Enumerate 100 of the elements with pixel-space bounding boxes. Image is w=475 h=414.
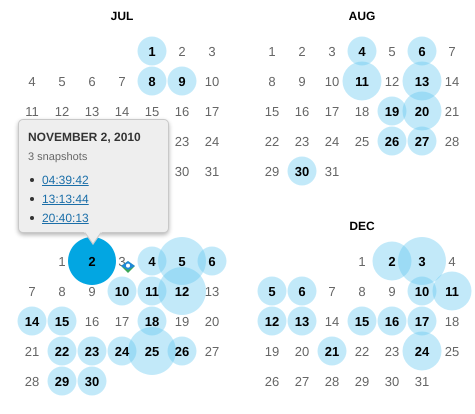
snapshot-bubble[interactable] <box>138 66 166 96</box>
snapshot-bubble[interactable] <box>158 267 206 315</box>
day-number: 14 <box>324 314 340 328</box>
day-number[interactable]: 4 <box>358 44 366 58</box>
snapshot-bubble[interactable] <box>258 276 286 306</box>
snapshot-bubble[interactable] <box>198 246 226 276</box>
snapshot-bubble[interactable] <box>402 332 442 370</box>
snapshot-bubble[interactable] <box>348 306 376 336</box>
snapshot-bubble[interactable] <box>48 366 76 396</box>
day-number: 19 <box>174 314 190 328</box>
day-number[interactable]: 6 <box>208 254 216 268</box>
day-number[interactable]: 13 <box>414 74 430 88</box>
snapshot-bubble[interactable] <box>408 276 436 306</box>
day-number[interactable]: 12 <box>174 284 190 298</box>
day-number[interactable]: 18 <box>144 314 160 328</box>
snapshot-bubble[interactable] <box>432 272 472 310</box>
day-number[interactable]: 13 <box>294 314 310 328</box>
day-number: 26 <box>264 374 280 388</box>
day-number[interactable]: 21 <box>324 344 340 358</box>
day-number: 10 <box>324 74 340 88</box>
snapshot-bubble[interactable] <box>18 306 46 336</box>
snapshot-bubble[interactable] <box>402 92 442 130</box>
day-number[interactable]: 20 <box>414 104 430 118</box>
day-number[interactable]: 10 <box>114 284 130 298</box>
day-number: 15 <box>264 104 280 118</box>
snapshot-bubble[interactable] <box>108 276 136 306</box>
day-number[interactable]: 24 <box>114 344 130 358</box>
day-number: 31 <box>324 164 340 178</box>
day-number[interactable]: 26 <box>174 344 190 358</box>
day-number[interactable]: 11 <box>355 74 369 88</box>
bullet-icon <box>30 196 34 200</box>
snapshot-bubble[interactable] <box>168 66 196 96</box>
day-number[interactable]: 16 <box>384 314 400 328</box>
snapshot-link[interactable]: 20:40:13 <box>42 210 89 224</box>
day-number: 23 <box>384 344 400 358</box>
snapshot-bubble[interactable] <box>288 276 316 306</box>
day-number[interactable]: 11 <box>145 284 159 298</box>
day-number[interactable]: 2 <box>88 254 96 268</box>
snapshot-bubble[interactable] <box>378 96 406 126</box>
day-number[interactable]: 12 <box>264 314 280 328</box>
snapshot-bubble[interactable] <box>318 336 346 366</box>
snapshot-bubble[interactable] <box>288 156 316 186</box>
snapshot-bubble[interactable] <box>378 126 406 156</box>
snapshot-bubble[interactable] <box>168 336 196 366</box>
day-number[interactable]: 19 <box>384 104 400 118</box>
day-number[interactable]: 2 <box>388 254 396 268</box>
snapshot-bubble[interactable] <box>378 306 406 336</box>
day-number[interactable]: 6 <box>298 284 306 298</box>
snapshot-link[interactable]: 04:39:42 <box>42 172 89 186</box>
snapshot-bubble[interactable] <box>408 36 436 66</box>
day-number[interactable]: 23 <box>84 344 100 358</box>
day-number[interactable]: 5 <box>178 254 186 268</box>
day-number[interactable]: 24 <box>414 344 430 358</box>
day-number[interactable]: 3 <box>418 254 426 268</box>
day-number: 16 <box>84 314 100 328</box>
day-number[interactable]: 27 <box>414 134 430 148</box>
snapshot-bubble[interactable] <box>48 336 76 366</box>
day-number: 21 <box>24 344 40 358</box>
snapshot-bubble[interactable] <box>78 336 106 366</box>
day-number[interactable]: 6 <box>418 44 426 58</box>
snapshot-link[interactable]: 13:13:44 <box>42 192 89 206</box>
day-number[interactable]: 8 <box>148 74 156 88</box>
day-number: 12 <box>54 104 70 118</box>
day-number[interactable]: 4 <box>148 254 156 268</box>
day-number[interactable]: 30 <box>84 374 100 388</box>
day-number: 7 <box>448 44 456 58</box>
day-number: 3 <box>208 44 216 58</box>
tooltip-title: NOVEMBER 2, 2010 <box>28 130 141 144</box>
day-number: 30 <box>384 374 400 388</box>
snapshot-bubble[interactable] <box>342 62 382 100</box>
day-number: 5 <box>388 44 396 58</box>
snapshot-bubble[interactable] <box>48 306 76 336</box>
day-number: 25 <box>444 344 460 358</box>
snapshot-bubble[interactable] <box>288 306 316 336</box>
day-number[interactable]: 10 <box>414 284 430 298</box>
snapshot-bubble[interactable] <box>348 36 376 66</box>
day-number[interactable]: 26 <box>384 134 400 148</box>
day-number: 24 <box>324 134 340 148</box>
day-number[interactable]: 17 <box>414 314 430 328</box>
day-number[interactable]: 15 <box>54 314 70 328</box>
snapshot-bubble[interactable] <box>408 306 436 336</box>
day-number: 11 <box>25 104 39 118</box>
day-number[interactable]: 9 <box>178 74 186 88</box>
day-number[interactable]: 25 <box>144 344 160 358</box>
snapshot-count: 3 snapshots <box>28 151 88 163</box>
day-number: 5 <box>58 74 66 88</box>
day-number[interactable]: 29 <box>54 374 70 388</box>
day-number[interactable]: 1 <box>148 44 156 58</box>
snapshot-bubble[interactable] <box>258 306 286 336</box>
day-number[interactable]: 30 <box>294 164 310 178</box>
day-number[interactable]: 22 <box>54 344 70 358</box>
day-number[interactable]: 14 <box>24 314 40 328</box>
snapshot-bubble[interactable] <box>138 36 166 66</box>
day-number[interactable]: 5 <box>268 284 276 298</box>
day-number: 17 <box>204 104 220 118</box>
day-number[interactable]: 11 <box>445 284 459 298</box>
day-number: 14 <box>444 74 460 88</box>
snapshot-bubble[interactable] <box>408 126 436 156</box>
snapshot-bubble[interactable] <box>78 366 106 396</box>
day-number[interactable]: 15 <box>354 314 370 328</box>
